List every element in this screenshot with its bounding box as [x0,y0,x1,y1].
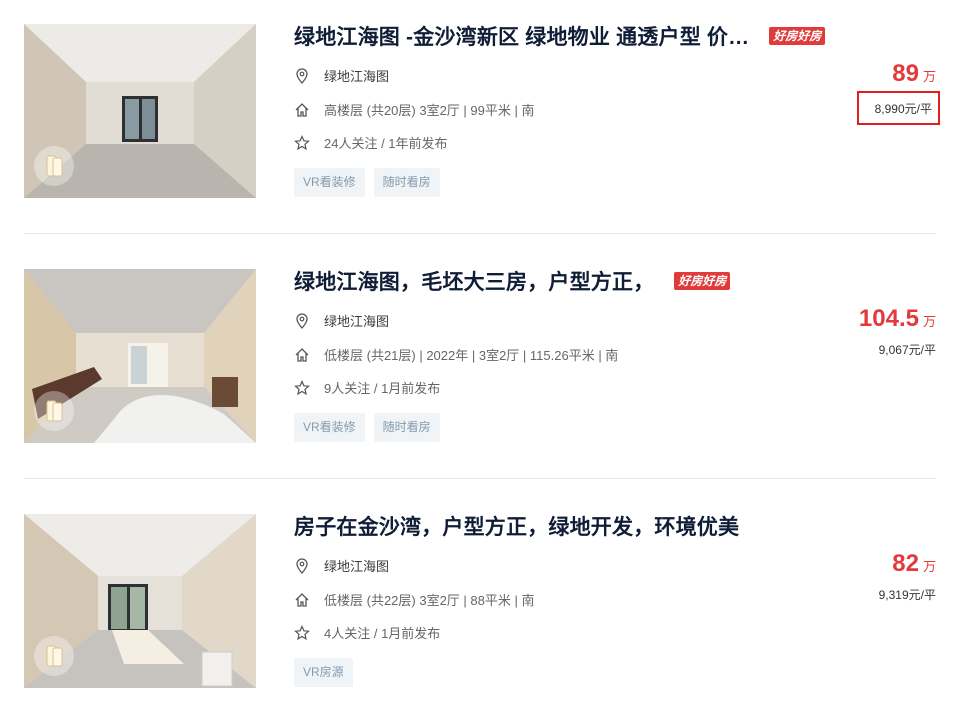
house-info-row: 低楼层 (共22层) 3室2厅 | 88平米 | 南 [294,590,534,609]
feature-tag[interactable]: VR看装修 [294,413,365,442]
total-price-value: 104.5 [858,305,919,332]
feature-tag[interactable]: VR房源 [294,658,353,687]
follow-info-text: 24人关注 / 1年前发布 [324,136,448,151]
feature-tag[interactable]: 随时看房 [373,168,440,197]
follow-info-text: 9人关注 / 1月前发布 [324,381,441,396]
follow-info-text: 4人关注 / 1月前发布 [324,626,441,641]
listing-photo[interactable] [24,514,256,688]
price-box: 89 万 8,990元/平 [796,60,941,125]
listing-info: 绿地江海图，毛坯大三房，户型方正， 好房好房 绿地江海图 低楼层 (共21层) … [294,269,814,443]
location-pin-icon [294,557,310,574]
listing-photo[interactable] [24,24,256,198]
vr-icon [34,146,74,186]
total-price-unit: 万 [922,314,936,329]
total-price-unit: 万 [922,69,936,84]
location-row: 绿地江海图 [294,66,389,85]
house-info-row: 低楼层 (共21层) | 2022年 | 3室2厅 | 115.26平米 | 南 [294,345,618,364]
follow-info-row: 24人关注 / 1年前发布 [294,133,448,152]
community-link[interactable]: 绿地江海图 [324,556,389,575]
quality-badge: 好房好房 [769,27,826,45]
follow-info-row: 4人关注 / 1月前发布 [294,623,440,642]
listing-card[interactable]: 房子在金沙湾，户型方正，绿地开发，环境优美 绿地江海图 低楼层 (共22层) 3… [24,514,936,688]
divider [24,478,936,479]
location-pin-icon [294,67,310,84]
house-info-text: 低楼层 (共21层) | 2022年 | 3室2厅 | 115.26平米 | 南 [324,348,619,363]
house-info-row: 高楼层 (共20层) 3室2厅 | 99平米 | 南 [294,100,534,119]
total-price-value: 82 [892,550,919,577]
listing-card[interactable]: 绿地江海图，毛坯大三房，户型方正， 好房好房 绿地江海图 低楼层 (共21层) … [24,269,936,443]
vr-icon [34,636,74,676]
feature-tag[interactable]: VR看装修 [294,168,365,197]
house-icon [294,592,310,608]
total-price: 104.5 万 [796,305,936,333]
house-icon [294,102,310,118]
listing-card[interactable]: 绿地江海图 -金沙湾新区 绿地物业 通透户型 价… 好房好房 绿地江海图 高楼层… [24,21,941,198]
location-row: 绿地江海图 [294,311,389,330]
vr-icon [34,391,74,431]
follow-info-row: 9人关注 / 1月前发布 [294,378,440,397]
house-info-text: 高楼层 (共20层) 3室2厅 | 99平米 | 南 [324,103,535,118]
divider [24,233,936,234]
total-price: 89 万 [796,60,936,88]
total-price: 82 万 [796,550,936,578]
feature-tags: VR看装修 随时看房 [294,168,440,197]
feature-tags: VR看装修 随时看房 [294,413,440,442]
total-price-unit: 万 [922,559,936,574]
listing-info: 绿地江海图 -金沙湾新区 绿地物业 通透户型 价… 好房好房 绿地江海图 高楼层… [294,21,826,198]
total-price-value: 89 [892,60,919,87]
community-link[interactable]: 绿地江海图 [324,66,389,85]
unit-price: 9,319元/平 [878,588,936,602]
location-row: 绿地江海图 [294,556,389,575]
listing-title[interactable]: 绿地江海图 -金沙湾新区 绿地物业 通透户型 价… [294,21,749,51]
feature-tags: VR房源 [294,658,353,687]
quality-badge: 好房好房 [674,272,731,290]
house-icon [294,347,310,363]
listing-info: 房子在金沙湾，户型方正，绿地开发，环境优美 绿地江海图 低楼层 (共22层) 3… [294,514,814,688]
star-icon [294,624,310,641]
unit-price: 8,990元/平 [856,91,941,125]
price-box: 104.5 万 9,067元/平 [796,305,936,359]
location-pin-icon [294,312,310,329]
community-link[interactable]: 绿地江海图 [324,311,389,330]
star-icon [294,379,310,396]
star-icon [294,134,310,151]
feature-tag[interactable]: 随时看房 [373,413,440,442]
house-info-text: 低楼层 (共22层) 3室2厅 | 88平米 | 南 [324,593,535,608]
unit-price: 9,067元/平 [878,343,936,357]
listing-title[interactable]: 房子在金沙湾，户型方正，绿地开发，环境优美 [294,511,739,541]
listing-title[interactable]: 绿地江海图，毛坯大三房，户型方正， [294,266,654,296]
price-box: 82 万 9,319元/平 [796,550,936,604]
listing-photo[interactable] [24,269,256,443]
